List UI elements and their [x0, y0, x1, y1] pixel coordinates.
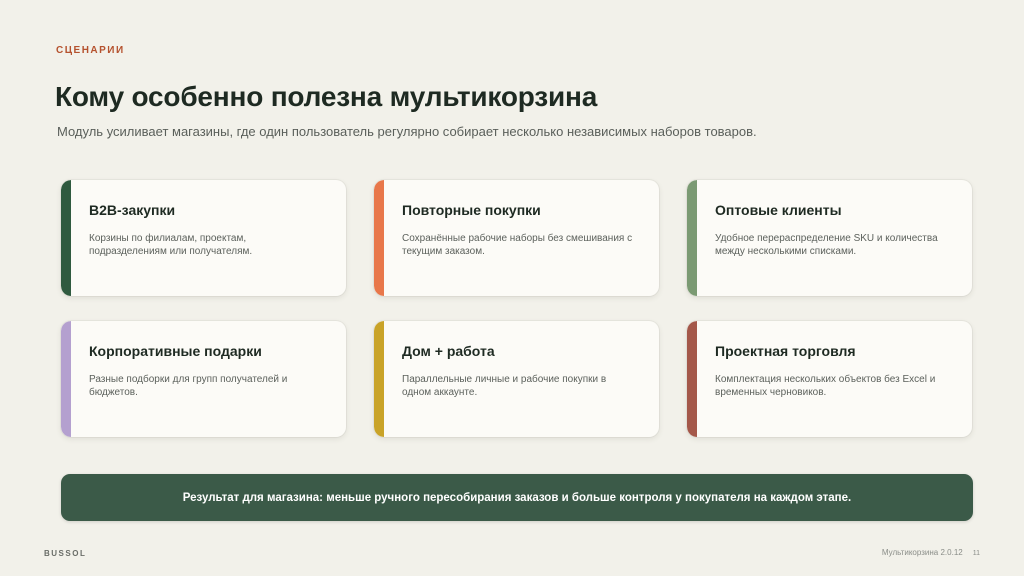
card-title: Проектная торговля: [715, 343, 856, 359]
card-title: Повторные покупки: [402, 202, 541, 218]
card-description: Корзины по филиалам, проектам, подраздел…: [89, 233, 253, 257]
scenario-card-repeat-purchases: Повторные покупки Сохранённые рабочие на…: [374, 180, 659, 296]
card-title: B2B-закупки: [89, 202, 176, 218]
card-description: Сохранённые рабочие наборы без смешивани…: [402, 233, 633, 257]
result-text: Результат для магазина: меньше ручного п…: [182, 491, 852, 504]
card-accent-bar: [374, 180, 384, 296]
page-number: 11: [972, 550, 980, 557]
scenario-card-b2b: B2B-закупки Корзины по филиалам, проекта…: [61, 180, 346, 296]
card-description: Параллельные личные и рабочие покупки в …: [402, 374, 607, 398]
card-accent-bar: [687, 180, 697, 296]
scenario-grid: B2B-закупки Корзины по филиалам, проекта…: [61, 180, 973, 437]
card-accent-bar: [61, 321, 71, 437]
scenario-card-corporate-gifts: Корпоративные подарки Разные подборки дл…: [61, 321, 346, 437]
card-accent-bar: [374, 321, 384, 437]
page-title: Кому особенно полезна мультикорзина: [55, 81, 598, 112]
scenario-card-home-work: Дом + работа Параллельные личные и рабоч…: [374, 321, 659, 437]
card-description: Комплектация нескольких объектов без Exc…: [715, 374, 936, 398]
card-description: Удобное перераспределение SKU и количест…: [715, 233, 938, 257]
card-accent-bar: [687, 321, 697, 437]
card-description: Разные подборки для групп получателей и …: [89, 374, 288, 398]
page-subtitle: Модуль усиливает магазины, где один поль…: [57, 124, 757, 139]
card-title: Оптовые клиенты: [715, 202, 842, 218]
brand-logo-text: BUSSOL: [44, 549, 87, 558]
card-accent-bar: [61, 180, 71, 296]
scenario-card-wholesale: Оптовые клиенты Удобное перераспределени…: [687, 180, 972, 296]
result-banner: Результат для магазина: меньше ручного п…: [61, 474, 973, 521]
scenario-card-project-trade: Проектная торговля Комплектация нескольк…: [687, 321, 972, 437]
card-title: Дом + работа: [402, 343, 495, 359]
footer-meta: Мультикорзина 2.0.12 11: [882, 548, 980, 557]
eyebrow-label: СЦЕНАРИИ: [56, 45, 125, 56]
product-version: Мультикорзина 2.0.12: [881, 548, 963, 557]
card-title: Корпоративные подарки: [89, 343, 262, 359]
